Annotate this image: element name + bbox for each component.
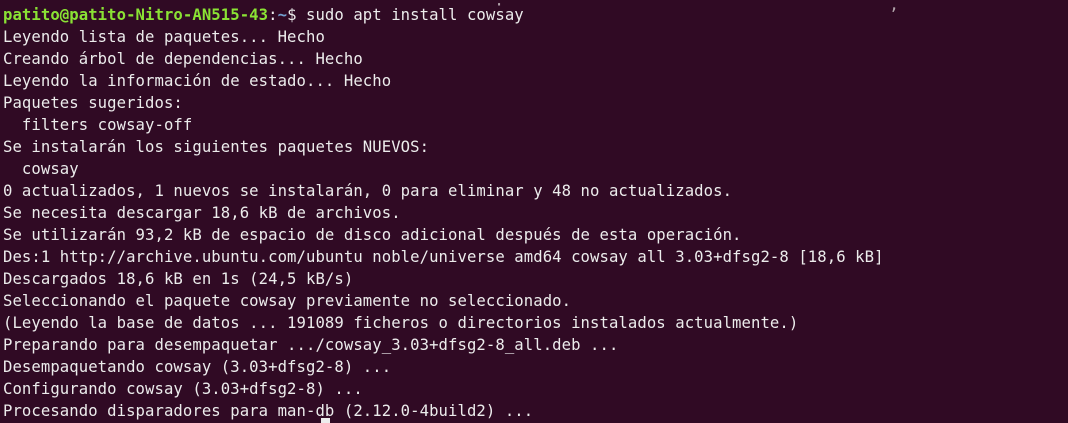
output-line: Se instalarán los siguientes paquetes NU… — [3, 138, 430, 156]
output-line: Desempaquetando cowsay (3.03+dfsg2-8) ..… — [3, 358, 392, 376]
output-line: Leyendo lista de paquetes... Hecho — [3, 28, 325, 46]
output-line: Seleccionando el paquete cowsay previame… — [3, 292, 572, 310]
terminal-window[interactable]: patito@patito-Nitro-AN515-43:~$ sudo apt… — [0, 0, 1068, 423]
output-line: Preparando para desempaquetar .../cowsay… — [3, 336, 619, 354]
output-line: (Leyendo la base de datos ... 191089 fic… — [3, 314, 799, 332]
output-line: Descargados 18,6 kB en 1s (24,5 kB/s) — [3, 270, 354, 288]
output-line: Paquetes sugeridos: — [3, 94, 183, 112]
output-line: Creando árbol de dependencias... Hecho — [3, 50, 363, 68]
text-cursor — [321, 418, 330, 423]
output-line: Configurando cowsay (3.03+dfsg2-8) ... — [3, 380, 363, 398]
output-line: cowsay — [3, 160, 79, 178]
output-line: Se utilizarán 93,2 kB de espacio de disc… — [3, 226, 742, 244]
output-line: 0 actualizados, 1 nuevos se instalarán, … — [3, 182, 733, 200]
output-line: Leyendo la información de estado... Hech… — [3, 72, 392, 90]
output-line: filters cowsay-off — [3, 116, 193, 134]
output-line: Procesando disparadores para man-db (2.1… — [3, 402, 534, 420]
output-line: Des:1 http://archive.ubuntu.com/ubuntu n… — [3, 248, 884, 266]
output-line: Se necesita descargar 18,6 kB de archivo… — [3, 204, 401, 222]
clipped-previous-line: · , — [3, 0, 899, 14]
